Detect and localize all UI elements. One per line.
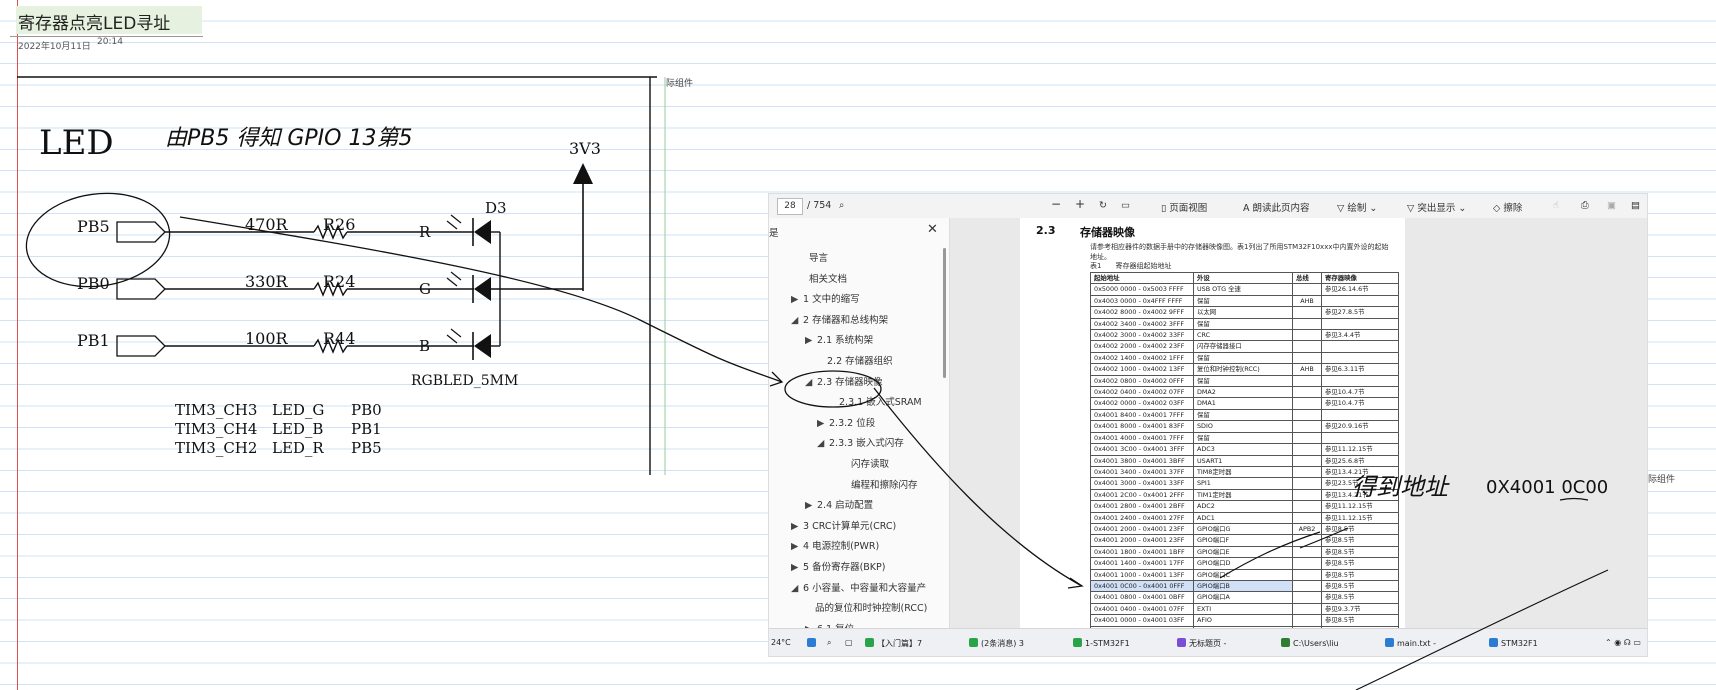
handwriting-right: 得到地址 <box>1352 473 1450 501</box>
handwriting-address: 0X4001 0C00 <box>1486 477 1608 498</box>
stray-ink-line <box>1355 569 1609 690</box>
arrow-curve-2 <box>873 387 1081 586</box>
arrow-curve-1 <box>179 216 783 383</box>
address-link-line <box>1219 531 1321 579</box>
address-underline <box>1559 497 1589 501</box>
toc-circle <box>784 370 882 408</box>
ink-overlay: 得到地址 0X4001 0C00 <box>25 192 1609 690</box>
pb5-circle <box>25 192 171 288</box>
